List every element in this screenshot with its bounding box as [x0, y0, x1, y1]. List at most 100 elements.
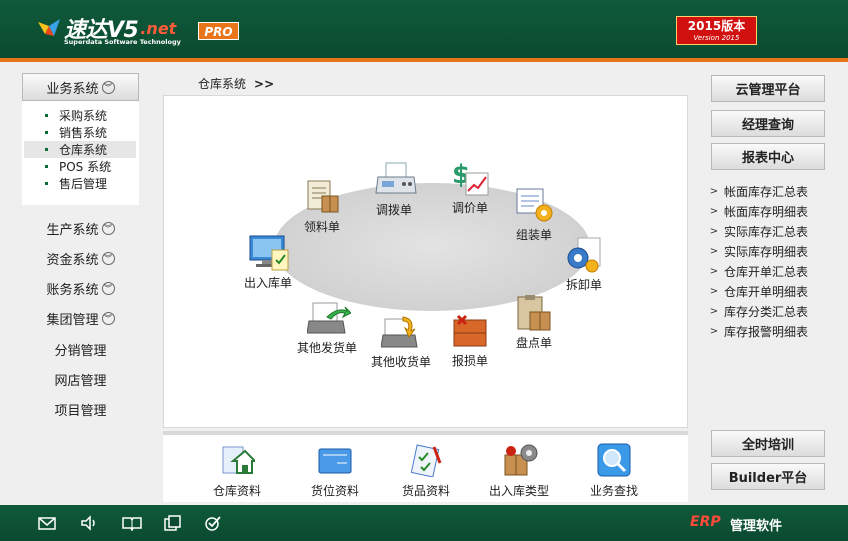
nav-funds-system[interactable]: 资金系统 ︾: [22, 245, 139, 271]
node-label: 调价单: [451, 201, 488, 215]
damaged-box-icon: [450, 312, 490, 350]
node-label: 报损单: [451, 354, 488, 368]
workflow-panel: 领料单 调拨单 $ 调价单 组装单 拆卸单 盘点单 报损单 其他收货单 其他发货…: [163, 95, 688, 428]
nav-distribution[interactable]: 分销管理: [22, 336, 139, 362]
nav-project[interactable]: 项目管理: [22, 396, 139, 422]
receive-tray-icon: [380, 313, 421, 351]
node-disassembly[interactable]: 拆卸单: [564, 236, 604, 293]
report-item[interactable]: > 仓库开单明细表: [709, 281, 839, 301]
version-cn: 2015版本: [687, 19, 746, 33]
button-label: 全时培训: [741, 438, 794, 453]
nav-label: 账务系统: [46, 282, 99, 298]
pro-badge: PRO: [198, 22, 239, 40]
node-other-shipment[interactable]: 其他发货单: [297, 299, 357, 356]
node-material-requisition[interactable]: 领料单: [302, 178, 342, 235]
chevron-down-icon: ︾: [101, 311, 115, 325]
report-item[interactable]: > 库存分类汇总表: [709, 301, 839, 321]
documents-icon[interactable]: [164, 515, 182, 531]
checklist-pen-icon: [408, 443, 444, 478]
builder-platform-button[interactable]: Builder平台: [711, 463, 825, 490]
header-divider: [0, 58, 848, 62]
node-price-adjustment[interactable]: $ 调价单: [450, 159, 490, 216]
breadcrumb-arrow: >>: [254, 76, 275, 91]
monitor-document-icon: [248, 234, 289, 272]
node-stock-count[interactable]: 盘点单: [514, 294, 554, 351]
nav-label: 资金系统: [46, 252, 99, 268]
breadcrumb: 仓库系统 >>: [198, 75, 274, 92]
chevron-down-icon: ︾: [101, 221, 115, 235]
tool-in-out-type[interactable]: 出入库类型: [489, 443, 549, 499]
logo-mark-icon: [36, 16, 62, 40]
nav-group-management[interactable]: 集团管理 ︾: [22, 305, 139, 331]
price-chart-icon: $: [450, 159, 490, 197]
report-item[interactable]: > 实际库存明细表: [709, 241, 839, 261]
report-list: > 帐面库存汇总表 > 帐面库存明细表 > 实际库存汇总表 > 实际库存明细表 > 仓库开…: [709, 181, 839, 341]
tool-location-info[interactable]: 货位资料: [311, 443, 359, 499]
tool-goods-info[interactable]: 货品资料: [402, 443, 450, 499]
nav-label: 集团管理: [46, 312, 99, 328]
node-label: 拆卸单: [565, 278, 602, 292]
clipboard-box-icon: [514, 294, 554, 332]
report-center-button[interactable]: 报表中心: [711, 143, 825, 170]
nav-accounts-system[interactable]: 账务系统 ︾: [22, 275, 139, 301]
node-assembly[interactable]: 组装单: [514, 186, 554, 243]
version-en: Version 2015: [693, 34, 740, 42]
tool-label: 出入库类型: [489, 484, 550, 498]
nav-webstore[interactable]: 网店管理: [22, 366, 139, 392]
warehouse-house-icon: [219, 443, 258, 477]
mail-icon[interactable]: [38, 515, 56, 531]
submenu-sales[interactable]: 销售系统: [24, 124, 136, 141]
chevron-right-icon: >: [709, 305, 719, 317]
cloud-platform-button[interactable]: 云管理平台: [711, 75, 825, 102]
submenu-label: POS 系统: [59, 160, 112, 174]
app-footer: ERP 管理软件: [0, 505, 848, 541]
report-label: 仓库开单明细表: [724, 284, 809, 299]
chevron-right-icon: >: [709, 265, 719, 277]
chevron-down-icon: ︾: [101, 251, 115, 265]
speaker-icon[interactable]: [80, 515, 98, 531]
submenu-pos[interactable]: POS 系统: [24, 158, 136, 175]
report-item[interactable]: > 帐面库存明细表: [709, 201, 839, 221]
book-icon[interactable]: [122, 515, 142, 532]
brand-subtitle: Superdata Software Technology: [64, 38, 181, 46]
node-label: 组装单: [515, 228, 552, 242]
check-circle-icon[interactable]: [204, 515, 222, 531]
submenu-label: 销售系统: [59, 126, 108, 140]
chevron-right-icon: >: [709, 225, 719, 237]
node-other-receipt[interactable]: 其他收货单: [371, 313, 431, 370]
report-label: 库存分类汇总表: [724, 304, 809, 319]
fax-printer-icon: [374, 161, 417, 199]
search-icon: [596, 443, 632, 477]
version-badge: 2015版本 Version 2015: [676, 16, 757, 45]
app-header: 速达V5 .net Superdata Software Technology …: [0, 0, 848, 60]
node-damage-report[interactable]: 报损单: [450, 312, 490, 369]
tool-warehouse-info[interactable]: 仓库资料: [213, 443, 261, 499]
chevron-right-icon: >: [709, 245, 719, 257]
submenu-aftersales[interactable]: 售后管理: [24, 175, 136, 192]
breadcrumb-title: 仓库系统: [198, 77, 247, 91]
report-item[interactable]: > 库存报警明细表: [709, 321, 839, 341]
report-label: 帐面库存明细表: [724, 204, 809, 219]
report-item[interactable]: > 帐面库存汇总表: [709, 181, 839, 201]
requisition-icon: [302, 178, 342, 216]
nav-business-system[interactable]: 业务系统 ︾: [22, 73, 139, 101]
report-item[interactable]: > 实际库存汇总表: [709, 221, 839, 241]
submenu-purchase[interactable]: 采购系统: [24, 107, 136, 124]
manager-query-button[interactable]: 经理查询: [711, 110, 825, 137]
report-label: 库存报警明细表: [724, 324, 809, 339]
node-in-out-stock[interactable]: 出入库单: [244, 234, 292, 291]
report-item[interactable]: > 仓库开单汇总表: [709, 261, 839, 281]
tool-business-search[interactable]: 业务查找: [590, 443, 638, 499]
node-transfer[interactable]: 调拨单: [374, 161, 417, 218]
node-label: 调拨单: [375, 203, 412, 217]
node-label: 其他发货单: [297, 341, 358, 355]
submenu-warehouse[interactable]: 仓库系统: [24, 141, 136, 158]
footer-title: 管理软件: [730, 519, 783, 534]
chevron-right-icon: >: [709, 185, 719, 197]
node-label: 其他收货单: [371, 355, 432, 369]
nav-production-system[interactable]: 生产系统 ︾: [22, 215, 139, 241]
chevron-down-icon: ︾: [101, 281, 115, 295]
training-button[interactable]: 全时培训: [711, 430, 825, 457]
tool-label: 货位资料: [311, 484, 360, 498]
submenu-label: 采购系统: [59, 109, 108, 123]
